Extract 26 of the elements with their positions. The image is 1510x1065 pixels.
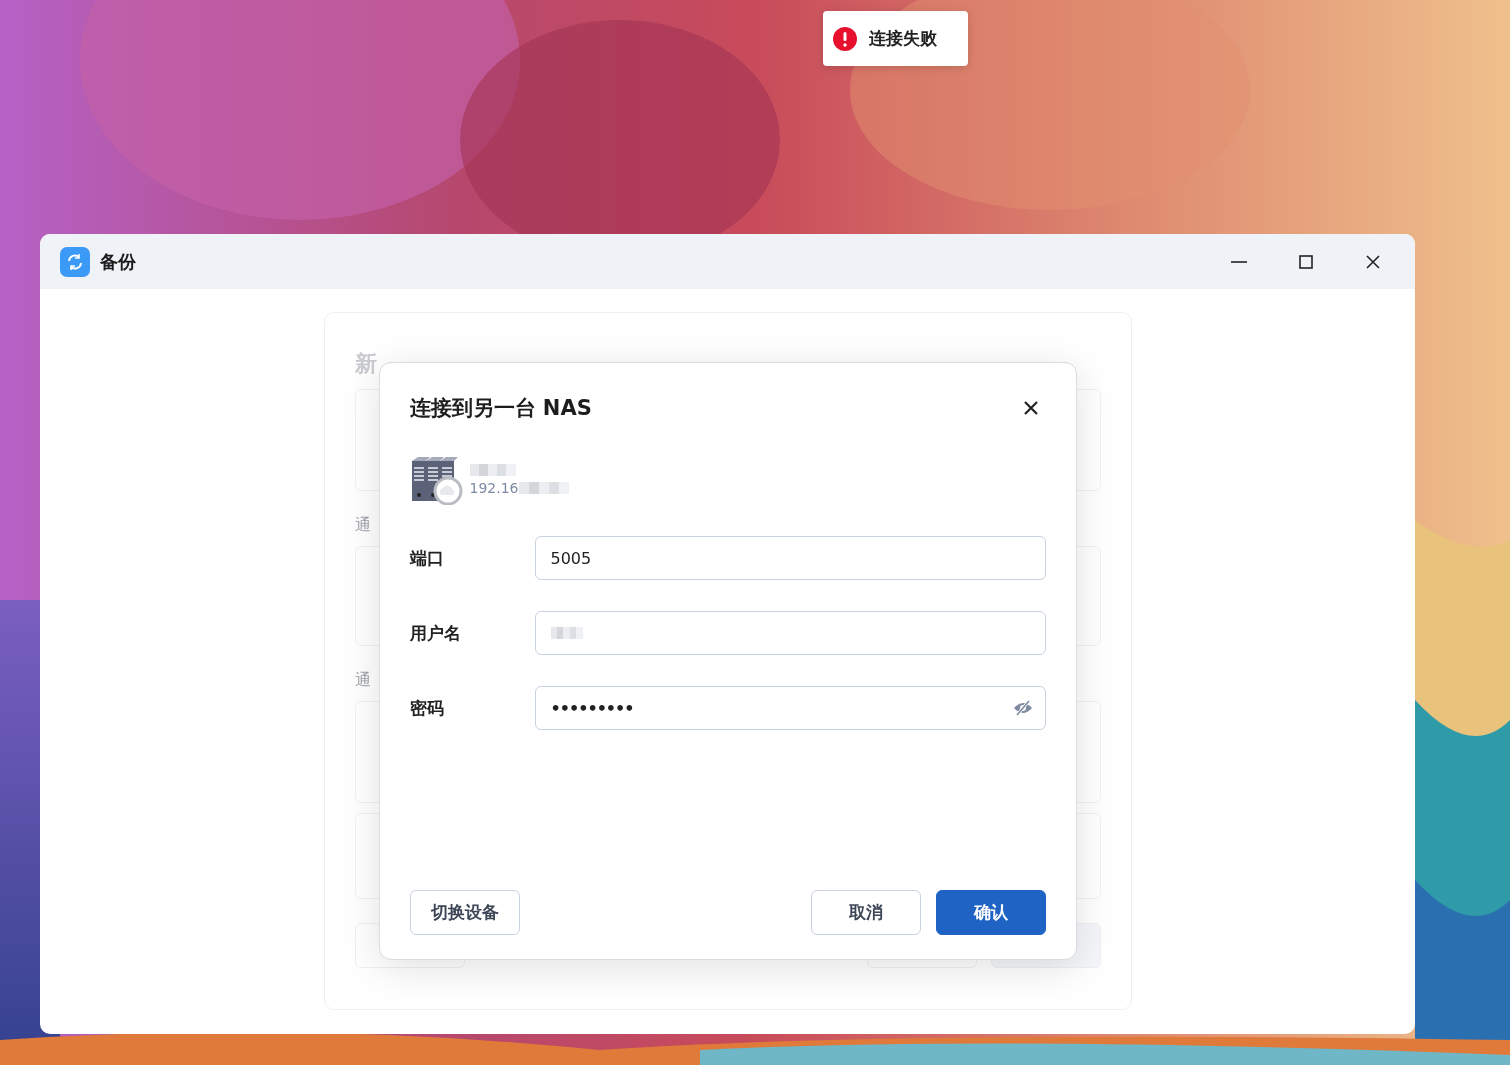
confirm-button[interactable]: 确认 bbox=[935, 890, 1046, 935]
close-icon bbox=[1022, 400, 1039, 416]
port-field[interactable]: 5005 bbox=[534, 536, 1046, 580]
section-label: 通 bbox=[354, 670, 372, 691]
section-label: 通 bbox=[354, 515, 372, 536]
window-title: 备份 bbox=[100, 249, 137, 274]
ip-address: 192.16 bbox=[469, 480, 519, 496]
error-icon bbox=[833, 26, 857, 51]
close-icon bbox=[1365, 253, 1381, 270]
username-field[interactable] bbox=[534, 611, 1046, 655]
sync-icon bbox=[60, 246, 90, 277]
switch-device-button[interactable]: 切换设备 bbox=[409, 890, 520, 935]
password-field[interactable]: ••••••••• bbox=[534, 686, 1046, 730]
redacted-block bbox=[469, 464, 516, 476]
toast-message: 连接失败 bbox=[869, 27, 937, 50]
minimize-icon bbox=[1230, 260, 1248, 263]
field-label: 用户名 bbox=[409, 621, 462, 645]
eye-off-icon[interactable] bbox=[1012, 700, 1033, 716]
server-icon bbox=[409, 455, 464, 505]
field-label: 密码 bbox=[409, 696, 445, 720]
cancel-button[interactable]: 取消 bbox=[810, 890, 921, 935]
field-label: 端口 bbox=[409, 546, 445, 570]
maximize-icon bbox=[1298, 253, 1314, 270]
dialog-title: 连接到另一台 NAS bbox=[409, 395, 592, 422]
redacted-block bbox=[550, 627, 583, 639]
redacted-block bbox=[518, 482, 569, 494]
